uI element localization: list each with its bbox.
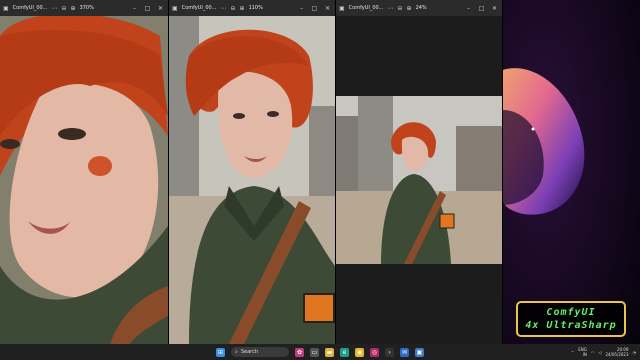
more-options-icon[interactable]: ⋯ bbox=[221, 5, 227, 12]
chrome-browser-icon[interactable]: ◉ bbox=[355, 347, 364, 357]
close-button[interactable]: ✕ bbox=[490, 5, 499, 12]
tray-chevron-icon[interactable]: ⌃ bbox=[571, 350, 574, 355]
maximize-button[interactable]: □ bbox=[477, 5, 486, 12]
zoom-out-icon[interactable]: ⊖ bbox=[62, 5, 67, 12]
title-bar[interactable]: ▣ ComfyUI_00... ⋯ ⊖ ⊕ 370% – □ ✕ bbox=[0, 0, 168, 16]
portrait-image-closeup bbox=[0, 16, 168, 344]
zoom-level: 370% bbox=[79, 5, 94, 11]
photos-app-icon: ▣ bbox=[339, 4, 345, 12]
photo-viewer-window-1[interactable]: ▣ ComfyUI_00... ⋯ ⊖ ⊕ 370% – □ ✕ bbox=[0, 0, 169, 344]
portrait-image-medium bbox=[169, 16, 335, 344]
clock-date: 24/05/2023 bbox=[605, 352, 629, 357]
wifi-icon[interactable]: ◠ bbox=[591, 350, 595, 355]
notification-icon[interactable]: ◔ bbox=[633, 350, 637, 355]
lang-region: IN bbox=[582, 352, 587, 357]
minimize-button[interactable]: – bbox=[464, 5, 473, 12]
task-view-icon[interactable]: ▭ bbox=[310, 347, 319, 357]
desktop-wallpaper bbox=[503, 0, 640, 344]
system-tray: ⌃ ENG IN ◠ ◁ 20:09 24/05/2023 ◔ bbox=[571, 344, 636, 360]
volume-icon[interactable]: ◁ bbox=[598, 350, 601, 355]
zoom-level: 110% bbox=[248, 5, 263, 11]
window-title: ComfyUI_00... bbox=[12, 5, 48, 11]
minimize-button[interactable]: – bbox=[297, 5, 306, 12]
mail-icon[interactable]: ✉ bbox=[400, 347, 409, 357]
search-placeholder: Search bbox=[240, 349, 258, 355]
abstract-wallpaper-art bbox=[503, 0, 640, 344]
portrait-image-full bbox=[336, 16, 502, 344]
image-viewport[interactable] bbox=[0, 16, 168, 344]
minimize-button[interactable]: – bbox=[130, 5, 139, 12]
taskbar: ⊞ ⌕ Search ✿ ▭ ▬ e ◉ ◎ › ✉ ▣ ⌃ ENG IN ◠ … bbox=[0, 344, 640, 360]
title-bar[interactable]: ▣ ComfyUI_00... ⋯ ⊖ ⊕ 110% – □ ✕ bbox=[169, 0, 335, 16]
photos-app-icon: ▣ bbox=[172, 4, 178, 12]
title-bar[interactable]: ▣ ComfyUI_00... ⋯ ⊖ ⊕ 24% – □ ✕ bbox=[336, 0, 502, 16]
zoom-in-icon[interactable]: ⊕ bbox=[407, 5, 412, 12]
zoom-level: 24% bbox=[415, 5, 427, 11]
zoom-out-icon[interactable]: ⊖ bbox=[231, 5, 236, 12]
badge-line-1: ComfyUI bbox=[546, 307, 596, 318]
window-title: ComfyUI_00... bbox=[181, 5, 217, 11]
file-explorer-icon[interactable]: ▬ bbox=[325, 347, 334, 357]
photo-viewer-window-2[interactable]: ▣ ComfyUI_00... ⋯ ⊖ ⊕ 110% – □ ✕ bbox=[169, 0, 336, 344]
widgets-icon[interactable]: ✿ bbox=[295, 347, 304, 357]
close-button[interactable]: ✕ bbox=[156, 5, 165, 12]
edge-browser-icon[interactable]: e bbox=[340, 347, 349, 357]
start-windows-icon[interactable]: ⊞ bbox=[216, 347, 225, 357]
photo-viewer-window-3[interactable]: ▣ ComfyUI_00... ⋯ ⊖ ⊕ 24% – □ ✕ bbox=[336, 0, 503, 344]
clock[interactable]: 20:09 24/05/2023 bbox=[605, 347, 628, 357]
terminal-icon[interactable]: › bbox=[385, 347, 394, 357]
window-title: ComfyUI_00... bbox=[348, 5, 384, 11]
zoom-out-icon[interactable]: ⊖ bbox=[398, 5, 403, 12]
overlay-caption-badge: ComfyUI 4x UltraSharp bbox=[516, 301, 626, 337]
badge-line-2: 4x UltraSharp bbox=[525, 320, 617, 331]
zoom-in-icon[interactable]: ⊕ bbox=[71, 5, 76, 12]
language-indicator[interactable]: ENG IN bbox=[578, 347, 587, 357]
app-icon-ring[interactable]: ◎ bbox=[370, 347, 379, 357]
image-viewport[interactable] bbox=[336, 16, 502, 344]
more-options-icon[interactable]: ⋯ bbox=[52, 5, 58, 12]
photos-app-icon: ▣ bbox=[3, 4, 9, 12]
taskbar-search[interactable]: ⌕ Search bbox=[231, 347, 289, 357]
photos-icon[interactable]: ▣ bbox=[415, 347, 424, 357]
close-button[interactable]: ✕ bbox=[323, 5, 332, 12]
image-viewport[interactable] bbox=[169, 16, 335, 344]
zoom-in-icon[interactable]: ⊕ bbox=[240, 5, 245, 12]
maximize-button[interactable]: □ bbox=[310, 5, 319, 12]
more-options-icon[interactable]: ⋯ bbox=[388, 5, 394, 12]
maximize-button[interactable]: □ bbox=[143, 5, 152, 12]
search-icon: ⌕ bbox=[235, 349, 238, 355]
